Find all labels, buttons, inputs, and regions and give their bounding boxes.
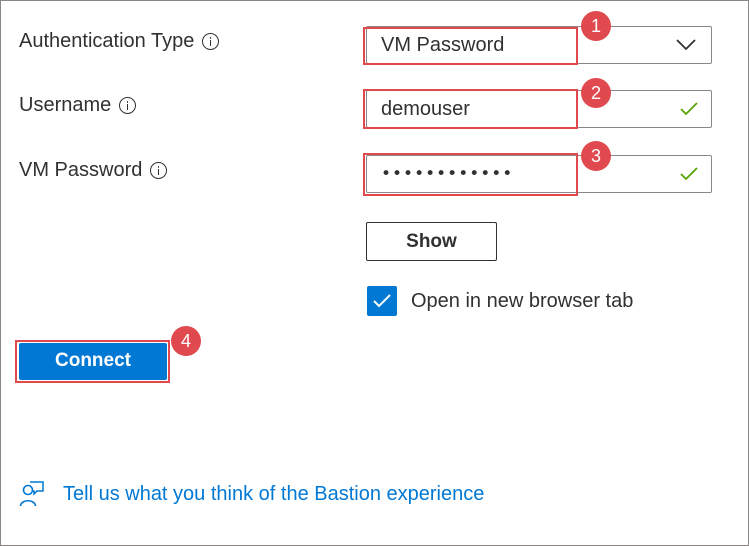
feedback-link[interactable]: Tell us what you think of the Bastion ex… — [63, 483, 484, 506]
feedback-icon — [19, 481, 44, 507]
username-value: demouser — [381, 98, 470, 120]
username-input[interactable]: demouser — [366, 90, 712, 128]
checkmark-icon — [680, 167, 698, 181]
vm-password-value: •••••••••••• — [381, 164, 514, 184]
open-new-tab-label: Open in new browser tab — [411, 289, 634, 312]
auth-type-dropdown[interactable]: VM Password — [366, 26, 712, 64]
checkmark-icon — [373, 294, 391, 308]
auth-type-label-text: Authentication Type — [19, 30, 195, 52]
callout-badge-4: 4 — [171, 326, 201, 356]
info-icon[interactable] — [202, 33, 220, 50]
auth-type-value: VM Password — [381, 34, 505, 56]
vm-password-input[interactable]: •••••••••••• — [366, 155, 712, 193]
show-password-button[interactable]: Show — [366, 222, 497, 261]
open-new-tab-checkbox[interactable] — [367, 286, 397, 316]
open-new-tab-option[interactable]: Open in new browser tab — [367, 286, 633, 316]
vm-password-label-text: VM Password — [19, 159, 143, 181]
feedback-row[interactable]: Tell us what you think of the Bastion ex… — [19, 480, 484, 508]
callout-badge-3: 3 — [581, 141, 611, 171]
checkmark-icon — [680, 102, 698, 116]
bastion-connect-panel — [0, 0, 749, 546]
info-icon[interactable] — [119, 97, 137, 114]
chevron-down-icon — [676, 39, 696, 51]
info-icon[interactable] — [150, 162, 168, 179]
username-label: Username — [19, 94, 137, 117]
callout-badge-1: 1 — [581, 11, 611, 41]
connect-button[interactable]: Connect — [19, 343, 167, 380]
callout-badge-2: 2 — [581, 78, 611, 108]
username-label-text: Username — [19, 94, 112, 116]
auth-type-label: Authentication Type — [19, 30, 220, 53]
vm-password-label: VM Password — [19, 159, 168, 182]
